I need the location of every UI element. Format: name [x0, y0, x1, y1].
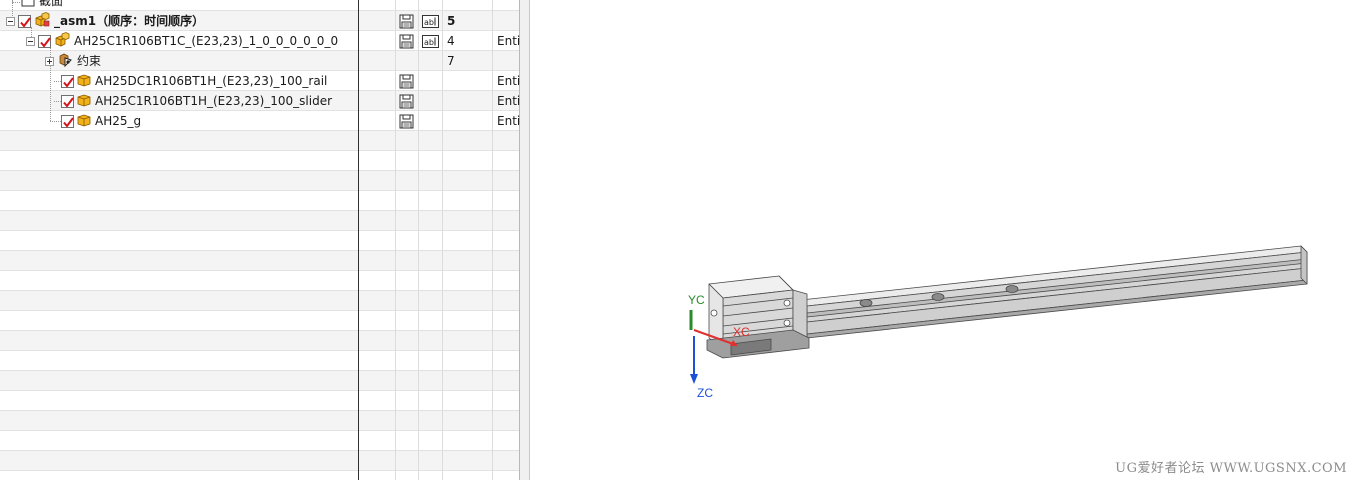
collapse-toggle[interactable]: [26, 36, 35, 46]
tree-item-label: 截面: [39, 0, 64, 8]
reference-set: Enti: [497, 74, 520, 88]
text-field-icon[interactable]: ab: [422, 34, 439, 52]
assembly-icon: [33, 11, 51, 31]
visibility-checkbox[interactable]: [61, 74, 74, 88]
child-count: 5: [447, 14, 456, 28]
column-divider: [418, 0, 419, 480]
tree-item-label: AH25DC1R106BT1H_(E23,23)_100_rail: [95, 74, 328, 88]
tree-connector: [54, 81, 61, 82]
assembly-icon: [53, 31, 71, 51]
tree-item-constraints[interactable]: 约束: [45, 51, 101, 71]
visibility-checkbox[interactable]: [61, 114, 74, 128]
svg-text:ab: ab: [424, 18, 434, 27]
visibility-checkbox[interactable]: [18, 14, 31, 28]
slider-model: [706, 275, 810, 359]
save-icon[interactable]: [399, 14, 414, 32]
component-icon: [76, 92, 92, 111]
tree-item-subassembly[interactable]: AH25C1R106BT1C_(E23,23)_1_0_0_0_0_0_0: [26, 31, 338, 51]
expand-toggle[interactable]: [45, 56, 54, 66]
reference-set: Enti: [497, 94, 520, 108]
component-icon: [76, 112, 92, 131]
tree-connector: [50, 121, 61, 122]
constraints-icon: [57, 52, 74, 71]
tree-item-label: 约束: [77, 54, 102, 68]
save-icon[interactable]: [399, 114, 414, 132]
rail-model: [800, 245, 1308, 339]
save-icon[interactable]: [399, 34, 414, 52]
save-icon[interactable]: [399, 94, 414, 112]
section-icon: [20, 0, 36, 10]
tree-item-label: _asm1（顺序：时间顺序）: [54, 14, 205, 28]
visibility-checkbox[interactable]: [61, 94, 74, 108]
tree-item-ah25-g[interactable]: AH25_g: [61, 111, 141, 131]
tree-connector: [12, 2, 20, 3]
x-axis-label: XC: [733, 325, 750, 339]
column-divider: [358, 0, 359, 480]
save-icon[interactable]: [399, 74, 414, 92]
reference-set: Enti: [497, 34, 520, 48]
tree-item-label: AH25C1R106BT1C_(E23,23)_1_0_0_0_0_0_0: [74, 34, 339, 48]
watermark: UG爱好者论坛 WWW.UGSNX.COM: [1115, 461, 1347, 476]
tree-item-label: AH25C1R106BT1H_(E23,23)_100_slider: [95, 94, 333, 108]
column-divider: [395, 0, 396, 480]
column-divider: [442, 0, 443, 480]
part-navigator: 截面 _asm1（顺序：时间顺序） AH25C1R106BT1C_(E23,23…: [0, 0, 520, 480]
tree-connector: [54, 101, 61, 102]
tree-item-label: AH25_g: [95, 114, 142, 128]
graphics-window[interactable]: XC YC ZC UG爱好者论坛 WWW.UGSNX.COM: [531, 0, 1353, 480]
y-axis-label: YC: [688, 293, 705, 307]
tree-item-rail[interactable]: AH25DC1R106BT1H_(E23,23)_100_rail: [61, 71, 327, 91]
visibility-checkbox[interactable]: [38, 34, 51, 48]
collapse-toggle[interactable]: [6, 16, 15, 26]
z-axis-arrow: [690, 374, 698, 384]
child-count: 4: [447, 34, 455, 48]
tree-item-section[interactable]: 截面: [20, 0, 63, 11]
component-icon: [76, 72, 92, 91]
column-divider: [492, 0, 493, 480]
reference-set: Enti: [497, 114, 520, 128]
z-axis-label: ZC: [697, 386, 713, 400]
text-field-icon[interactable]: ab: [422, 14, 439, 32]
model-view: XC YC ZC: [688, 245, 1308, 400]
tree-item-slider[interactable]: AH25C1R106BT1H_(E23,23)_100_slider: [61, 91, 332, 111]
child-count: 7: [447, 54, 455, 68]
svg-text:ab: ab: [424, 38, 434, 47]
panel-splitter[interactable]: [520, 0, 530, 480]
tree-item-asm1[interactable]: _asm1（顺序：时间顺序）: [6, 11, 204, 31]
